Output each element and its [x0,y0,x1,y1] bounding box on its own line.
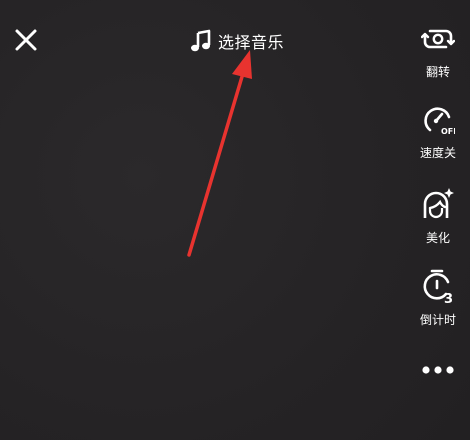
flip-camera-icon [421,29,455,49]
music-note-icon [191,29,211,52]
speed-off-icon: OFF [424,107,455,136]
close-icon [15,29,37,51]
beautify-icon [423,188,454,219]
more-button[interactable] [418,360,458,380]
speed-button[interactable]: OFF 速度关 [410,103,466,161]
select-music-label: 选择音乐 [218,33,285,52]
annotation-arrow [187,50,252,257]
svg-text:3: 3 [444,292,453,304]
svg-text:OFF: OFF [441,127,455,136]
speed-label: 速度关 [419,146,456,160]
beautify-label: 美化 [425,231,450,245]
countdown-button[interactable]: 3 倒计时 [410,268,466,328]
flip-camera-button[interactable]: 翻转 [410,22,466,80]
select-music-button[interactable]: 选择音乐 [190,28,284,54]
camera-preview: 选择音乐 翻转 OFF 速度关 美化 [0,0,470,440]
timer-3-icon: 3 [423,269,453,304]
more-icon [422,366,454,374]
flip-camera-label: 翻转 [425,65,450,79]
close-button[interactable] [12,26,40,54]
countdown-label: 倒计时 [419,313,456,327]
beautify-button[interactable]: 美化 [410,186,466,246]
